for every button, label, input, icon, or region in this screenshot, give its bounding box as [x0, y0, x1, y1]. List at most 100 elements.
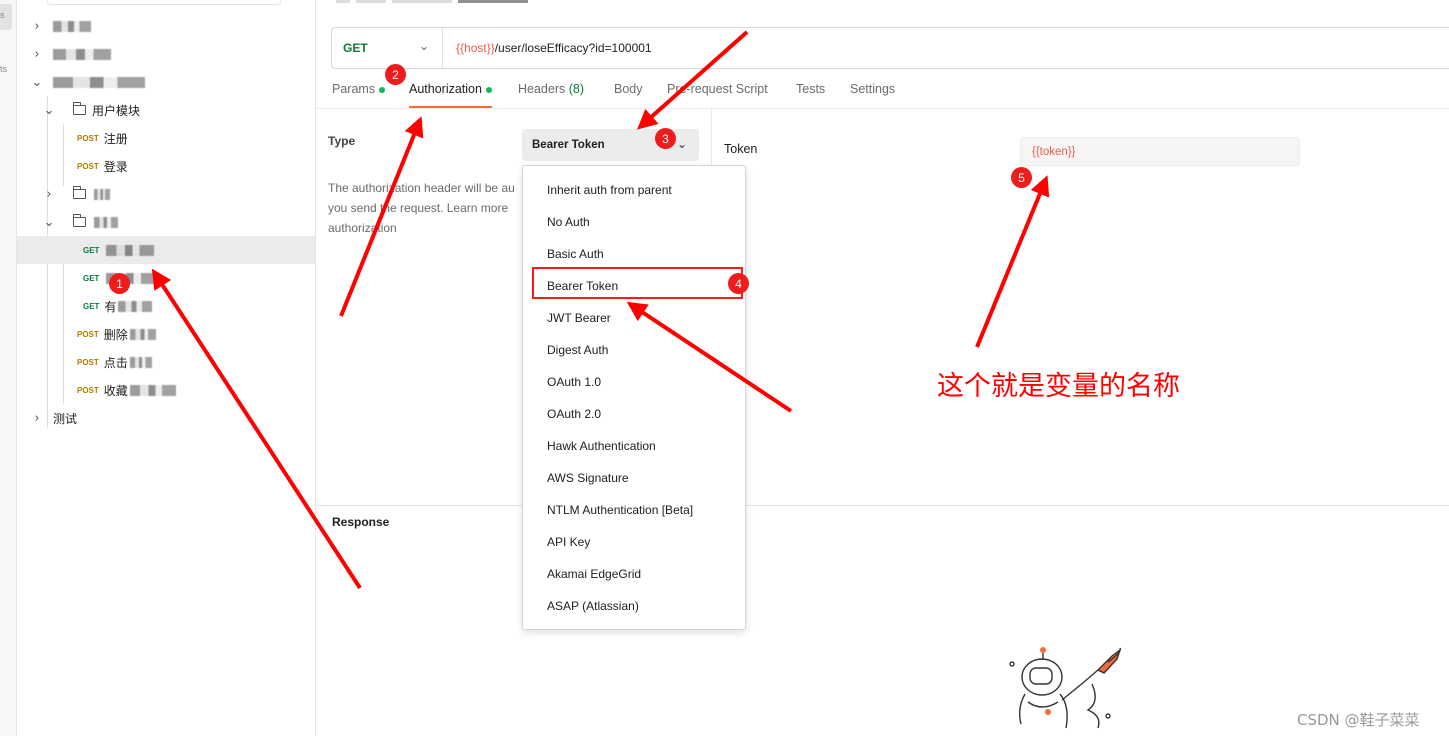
chevron-down-icon[interactable]: ⌄ [31, 75, 43, 90]
annotation-highlight-box [532, 267, 743, 299]
tree-subfolder[interactable]: ⌄ 用户模块 [17, 96, 315, 124]
request-label: 有 [104, 299, 117, 314]
folder-label: 用户模块 [92, 103, 141, 118]
tree-request[interactable]: POST 登录 [17, 152, 315, 180]
chevron-down-icon[interactable]: ⌄ [43, 103, 55, 118]
rail-fragment: s [0, 10, 5, 20]
blurred-label [118, 300, 153, 312]
auth-option[interactable]: Hawk Authentication [523, 430, 745, 462]
auth-type-label: Type [328, 134, 356, 148]
tab-tests[interactable]: Tests [796, 82, 825, 108]
sidebar-search-box[interactable] [47, 0, 281, 5]
tree-subfolder[interactable]: › [17, 180, 315, 208]
tree-folder[interactable]: › [17, 40, 315, 68]
auth-type-value: Bearer Token [532, 139, 605, 151]
tree-folder[interactable]: ⌄ [17, 68, 315, 96]
icon-rail: s ts [0, 0, 17, 736]
method-badge: POST [77, 133, 99, 143]
app-window: s ts › › ⌄ ⌄ 用户模块 POST 注册 POST 登录 › ⌄ GE… [0, 0, 1449, 736]
tree-request[interactable]: POST 收藏 [17, 376, 315, 404]
url-input[interactable]: {{host}}/user/loseEfficacy?id=100001 [456, 41, 652, 55]
rail-fragment: ts [0, 64, 8, 74]
auth-option[interactable]: Inherit auth from parent [523, 174, 745, 206]
blurred-label [94, 188, 110, 200]
tab-body[interactable]: Body [614, 82, 643, 108]
blurred-label [53, 48, 111, 60]
auth-option[interactable]: Akamai EdgeGrid [523, 558, 745, 590]
annotation-note: 这个就是变量的名称 [937, 371, 1180, 402]
request-label: 删除 [103, 327, 128, 342]
tab-settings[interactable]: Settings [850, 82, 895, 108]
tree-request[interactable]: POST 点击 [17, 348, 315, 376]
chevron-right-icon[interactable]: › [31, 19, 43, 34]
auth-description-line: The authorization header will be au [328, 181, 515, 195]
tree-request[interactable]: POST 删除 [17, 320, 315, 348]
auth-description-line[interactable]: you send the request. Learn more [328, 198, 528, 218]
url-host-variable: {{host}} [456, 41, 495, 55]
annotation-badge: 5 [1011, 167, 1032, 188]
tab-authorization[interactable]: Authorization [409, 82, 492, 108]
tree-subfolder[interactable]: ⌄ [17, 208, 315, 236]
request-label: 点击 [103, 355, 128, 370]
blurred-label [53, 20, 91, 32]
method-value: GET [343, 41, 368, 55]
chevron-right-icon[interactable]: › [31, 411, 43, 426]
tree-request[interactable]: GET [17, 264, 315, 292]
tab-label: Tests [796, 82, 826, 96]
auth-option[interactable]: OAuth 1.0 [523, 366, 745, 398]
blurred-label [129, 356, 152, 368]
chevron-down-icon[interactable]: ⌄ [43, 215, 55, 230]
tree-request[interactable]: GET 有 [17, 292, 315, 320]
tab-params[interactable]: Params [332, 82, 386, 108]
token-input[interactable]: {{token}} [1020, 137, 1300, 166]
chevron-down-icon: ⌄ [418, 39, 429, 53]
auth-option[interactable]: AWS Signature [523, 462, 745, 494]
response-divider [316, 505, 1449, 506]
chevron-right-icon[interactable]: › [31, 47, 43, 62]
auth-option[interactable]: NTLM Authentication [Beta] [523, 494, 745, 526]
annotation-badge: 3 [655, 128, 676, 149]
tab-label: Pre-request Script [667, 82, 768, 96]
folder-icon [73, 102, 86, 115]
blurred-label [129, 328, 156, 340]
method-badge: GET [83, 273, 100, 283]
blurred-label [53, 76, 145, 88]
method-select[interactable]: GET ⌄ [332, 28, 443, 68]
chevron-right-icon[interactable]: › [43, 187, 55, 202]
folder-icon [73, 214, 86, 227]
url-path: /user/loseEfficacy?id=100001 [494, 41, 652, 55]
auth-option[interactable]: ASAP (Atlassian) [523, 590, 745, 622]
tree-request[interactable]: POST 注册 [17, 124, 315, 152]
method-badge: POST [77, 329, 99, 339]
tab-label: Headers [518, 82, 566, 96]
method-badge: POST [77, 385, 99, 395]
auth-option[interactable]: OAuth 2.0 [523, 398, 745, 430]
auth-option[interactable]: API Key [523, 526, 745, 558]
auth-option[interactable]: Digest Auth [523, 334, 745, 366]
method-badge: POST [77, 357, 99, 367]
watermark: CSDN @鞋子菜菜 [1297, 711, 1420, 729]
auth-option[interactable]: JWT Bearer [523, 302, 745, 334]
tab-label: Params [332, 82, 376, 96]
annotation-badge: 4 [728, 273, 749, 294]
folder-label: 测试 [53, 411, 78, 426]
auth-option[interactable]: Basic Auth [523, 238, 745, 270]
tab-pre-request-script[interactable]: Pre-request Script [667, 82, 768, 108]
annotation-badge: 1 [109, 273, 130, 294]
annotation-arrow-5 [975, 175, 1050, 348]
token-value: {{token}} [1032, 145, 1076, 158]
auth-description-line[interactable]: authorization [328, 218, 528, 238]
breadcrumb [336, 0, 586, 6]
folder-icon [73, 186, 86, 199]
url-bar: GET ⌄ {{host}}/user/loseEfficacy?id=1000… [331, 27, 1449, 69]
tab-headers[interactable]: Headers (8) [518, 82, 584, 108]
status-dot [379, 86, 386, 93]
auth-type-dropdown: Inherit auth from parent No Auth Basic A… [522, 165, 746, 630]
auth-option[interactable]: No Auth [523, 206, 745, 238]
tree-folder[interactable]: › [17, 12, 315, 40]
tree-request-active[interactable]: GET [17, 236, 315, 264]
response-label: Response [332, 515, 390, 529]
tree-folder[interactable]: › 测试 [17, 404, 315, 432]
tab-label: Authorization [409, 82, 482, 96]
blurred-label [106, 244, 155, 256]
